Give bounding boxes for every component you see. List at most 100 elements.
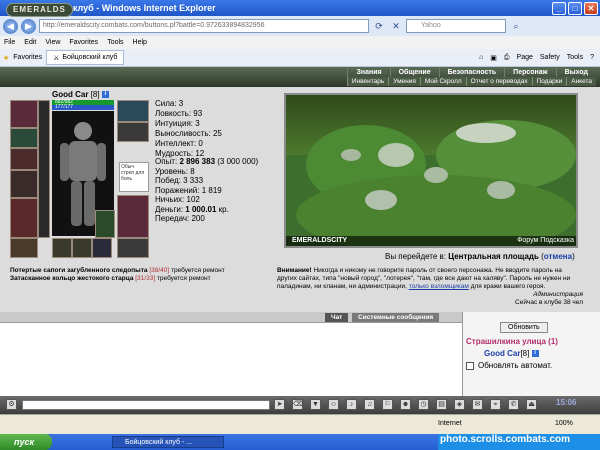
music-icon[interactable]: ♪	[346, 399, 357, 410]
gear-icon[interactable]: ⚙	[6, 399, 17, 410]
smile-icon[interactable]: ☻	[400, 399, 411, 410]
subnav-scroll[interactable]: Мой Скролл	[419, 77, 466, 86]
favorites-button[interactable]: Favorites	[13, 54, 42, 61]
transfers-line: Передач: 200	[155, 214, 205, 223]
address-input[interactable]: http://emeraldscity.combats.com/buttons.…	[39, 19, 369, 33]
page-menu[interactable]: Page	[517, 54, 533, 61]
minimize-button[interactable]: _	[552, 1, 566, 15]
online-user-level: [8]	[520, 349, 530, 358]
tools-menu[interactable]: Tools	[567, 54, 583, 61]
bottom-slot-2[interactable]	[72, 238, 92, 258]
goto-prefix: Вы перейдете в:	[385, 252, 447, 261]
favorites-star-icon[interactable]: ★	[3, 54, 9, 62]
bottom-slot-4[interactable]	[117, 238, 149, 258]
info-icon[interactable]: i	[101, 91, 109, 99]
subnav-inventory[interactable]: Инвентарь	[346, 77, 388, 86]
clock-icon[interactable]: ◷	[418, 399, 429, 410]
menu-favorites[interactable]: Favorites	[69, 39, 98, 46]
earrings-slot[interactable]	[10, 128, 38, 148]
gloves-slot[interactable]	[117, 100, 149, 122]
nav-exit[interactable]: Выход	[555, 68, 596, 77]
auto-refresh-checkbox[interactable]	[466, 361, 474, 370]
stat-intellect: Интеллект: 0	[155, 139, 203, 148]
game-logo: EMERALDS	[6, 3, 73, 17]
users-icon[interactable]: ☺	[328, 399, 339, 410]
filter-icon[interactable]: ▼	[310, 399, 321, 410]
exit-icon[interactable]: ⏏	[526, 399, 537, 410]
money-value: 1 000.01	[185, 204, 217, 214]
chat-area[interactable]	[0, 322, 462, 396]
bottom-slot-3[interactable]	[92, 238, 112, 258]
feeds-icon[interactable]: ▣	[490, 54, 497, 62]
subnav-gifts[interactable]: Подарки	[531, 77, 567, 86]
sound-icon[interactable]: ♫	[364, 399, 375, 410]
browser-tab[interactable]: ⚔ Бойцовский клуб	[46, 50, 125, 65]
nav-character[interactable]: Персонаж	[504, 68, 555, 77]
start-button[interactable]: пуск	[0, 434, 52, 450]
nav-security[interactable]: Безопасность	[438, 68, 505, 77]
subnav-profile[interactable]: Анкета	[566, 77, 596, 86]
weapon-slot[interactable]	[10, 170, 38, 198]
menu-view[interactable]: View	[45, 39, 60, 46]
forward-button[interactable]: ▶	[21, 18, 36, 34]
warning-link[interactable]: только взломщикам	[409, 283, 469, 290]
home-icon[interactable]: ⌂	[479, 54, 483, 61]
helmet-slot[interactable]	[10, 100, 38, 128]
bottom-slot-1[interactable]	[52, 238, 72, 258]
subnav-transfers[interactable]: Отчет о переводах	[465, 77, 532, 86]
belt-slot[interactable]	[10, 238, 38, 258]
online-user[interactable]: Good Car[8] i	[484, 349, 539, 358]
warning-head: Внимание!	[277, 267, 312, 274]
bag-icon[interactable]: ◈	[454, 399, 465, 410]
menu-edit[interactable]: Edit	[24, 39, 36, 46]
print-icon[interactable]: ⎙	[504, 54, 510, 62]
repair-item: Потертые сапоги загубленного следопыта […	[10, 267, 225, 275]
nav-communication[interactable]: Общение	[389, 68, 439, 77]
mana-bar: 177/177	[52, 105, 114, 110]
amulet-slot[interactable]	[10, 148, 38, 170]
scroll-icon[interactable]: ✉	[472, 399, 483, 410]
zoom-level[interactable]: 100%	[555, 420, 573, 427]
stop-icon[interactable]: ✕	[389, 19, 403, 33]
back-button[interactable]: ◀	[3, 18, 18, 34]
city-map[interactable]: EMERALDSCITY Форум Подсказка	[284, 93, 578, 248]
walk-icon[interactable]: ⚐	[382, 399, 393, 410]
mail-icon[interactable]: ✆	[508, 399, 519, 410]
pet-slot[interactable]	[95, 210, 115, 238]
player-name[interactable]: Good Car [8] i	[52, 90, 109, 99]
map-icon[interactable]: ⌖	[490, 399, 501, 410]
nav-knowledge[interactable]: Знания	[347, 68, 389, 77]
send-icon[interactable]: ➤	[274, 399, 285, 410]
clear-icon[interactable]: ⌫	[292, 399, 303, 410]
search-input[interactable]: Yahoo	[406, 19, 506, 33]
chat-input[interactable]	[22, 400, 270, 410]
tab-system-messages[interactable]: Системные сообщения	[352, 313, 440, 322]
taskbar-item[interactable]: Бойцовский клуб - ...	[112, 436, 224, 448]
ring-slot[interactable]	[38, 100, 50, 238]
menu-help[interactable]: Help	[133, 39, 147, 46]
safety-menu[interactable]: Safety	[540, 54, 560, 61]
menu-file[interactable]: File	[4, 39, 15, 46]
help-icon[interactable]: ?	[590, 54, 594, 61]
goto-cancel-link[interactable]: отмена	[544, 252, 572, 261]
boots-slot[interactable]	[117, 195, 149, 238]
auto-refresh[interactable]: Обновлять автомат.	[466, 361, 552, 370]
window-title: Бойцовский клуб - Windows Internet Explo…	[16, 3, 216, 13]
menu-tools[interactable]: Tools	[107, 39, 123, 46]
info-icon[interactable]: i	[531, 350, 539, 358]
close-button[interactable]: ✕	[584, 1, 598, 15]
maximize-button[interactable]: □	[568, 1, 582, 15]
armor-slot[interactable]	[10, 198, 38, 238]
map-city-name: EMERALDSCITY	[292, 237, 348, 244]
book-icon[interactable]: ▤	[436, 399, 447, 410]
warning-signature: Администрация	[533, 291, 583, 298]
repair-item-name: Затасканное кольцо жестокого старца	[10, 275, 134, 282]
tab-chat[interactable]: Чат	[325, 313, 349, 322]
stats-block: Сила: 3 Ловкость: 93 Интуиция: 3 Выносли…	[155, 99, 222, 159]
search-icon[interactable]: ⌕	[509, 19, 523, 33]
refresh-icon[interactable]: ⟳	[372, 19, 386, 33]
map-links[interactable]: Форум Подсказка	[517, 236, 574, 246]
subnav-skills[interactable]: Умения	[388, 77, 420, 86]
shield-slot[interactable]	[117, 122, 149, 142]
refresh-button[interactable]: Обновить	[500, 322, 548, 333]
